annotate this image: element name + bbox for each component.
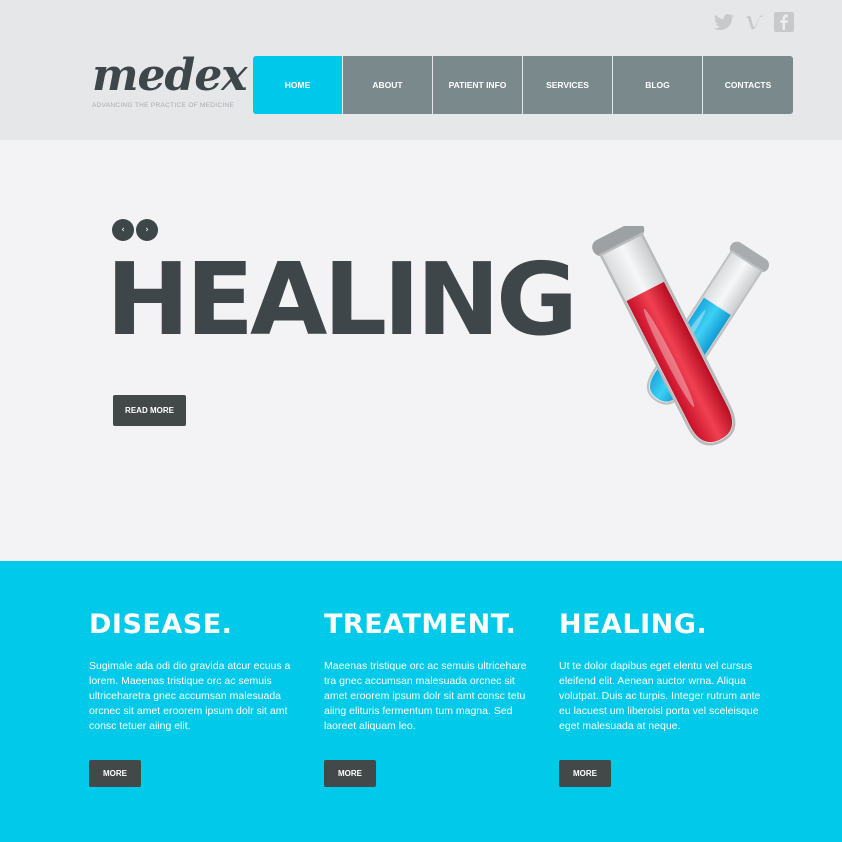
nav-blog[interactable]: BLOG xyxy=(613,56,703,114)
features-section: DISEASE. Sugimale ada odi dio gravida at… xyxy=(0,561,842,842)
header: medex ADVANCING THE PRACTICE OF MEDICINE… xyxy=(0,0,842,140)
feature-text: Maeenas tristique orc ac semuis ultriceh… xyxy=(324,660,527,732)
twitter-icon[interactable] xyxy=(714,12,734,32)
treatment-more-button[interactable]: MORE xyxy=(324,760,376,787)
test-tubes-illustration xyxy=(592,226,770,446)
feature-text: Sugimale ada odi dio gravida atcur ecuus… xyxy=(89,660,291,732)
feature-text: Ut te dolor dapibus eget elentu vel curs… xyxy=(559,660,761,732)
nav-about[interactable]: ABOUT xyxy=(343,56,433,114)
hero-title: HEALING xyxy=(106,241,578,358)
logo-tagline: ADVANCING THE PRACTICE OF MEDICINE xyxy=(92,102,235,109)
disease-more-button[interactable]: MORE xyxy=(89,760,141,787)
feature-title: DISEASE. xyxy=(89,609,233,640)
healing-more-button[interactable]: MORE xyxy=(559,760,611,787)
nav-patient-info[interactable]: PATIENT INFO xyxy=(433,56,523,114)
feature-title: HEALING. xyxy=(559,609,708,640)
facebook-icon[interactable] xyxy=(774,12,794,32)
prev-arrow-icon[interactable]: ‹ xyxy=(112,219,134,241)
read-more-button[interactable]: READ MORE xyxy=(113,395,186,426)
vimeo-icon[interactable] xyxy=(744,12,764,32)
next-arrow-icon[interactable]: › xyxy=(136,219,158,241)
nav-home[interactable]: HOME xyxy=(253,56,343,114)
feature-treatment: TREATMENT. Maeenas tristique orc ac semu… xyxy=(324,605,539,749)
nav-contacts[interactable]: CONTACTS xyxy=(703,56,793,114)
social-links xyxy=(714,12,794,32)
logo[interactable]: medex ADVANCING THE PRACTICE OF MEDICINE xyxy=(92,50,248,110)
hero-slider: ‹ › HEALING READ MORE xyxy=(0,140,842,561)
logo-name: medex xyxy=(92,50,248,101)
slider-arrows: ‹ › xyxy=(112,219,158,241)
main-nav: HOME ABOUT PATIENT INFO SERVICES BLOG CO… xyxy=(253,56,793,114)
feature-healing: HEALING. Ut te dolor dapibus eget elentu… xyxy=(559,605,774,749)
feature-title: TREATMENT. xyxy=(324,609,517,640)
nav-services[interactable]: SERVICES xyxy=(523,56,613,114)
feature-disease: DISEASE. Sugimale ada odi dio gravida at… xyxy=(89,605,304,749)
